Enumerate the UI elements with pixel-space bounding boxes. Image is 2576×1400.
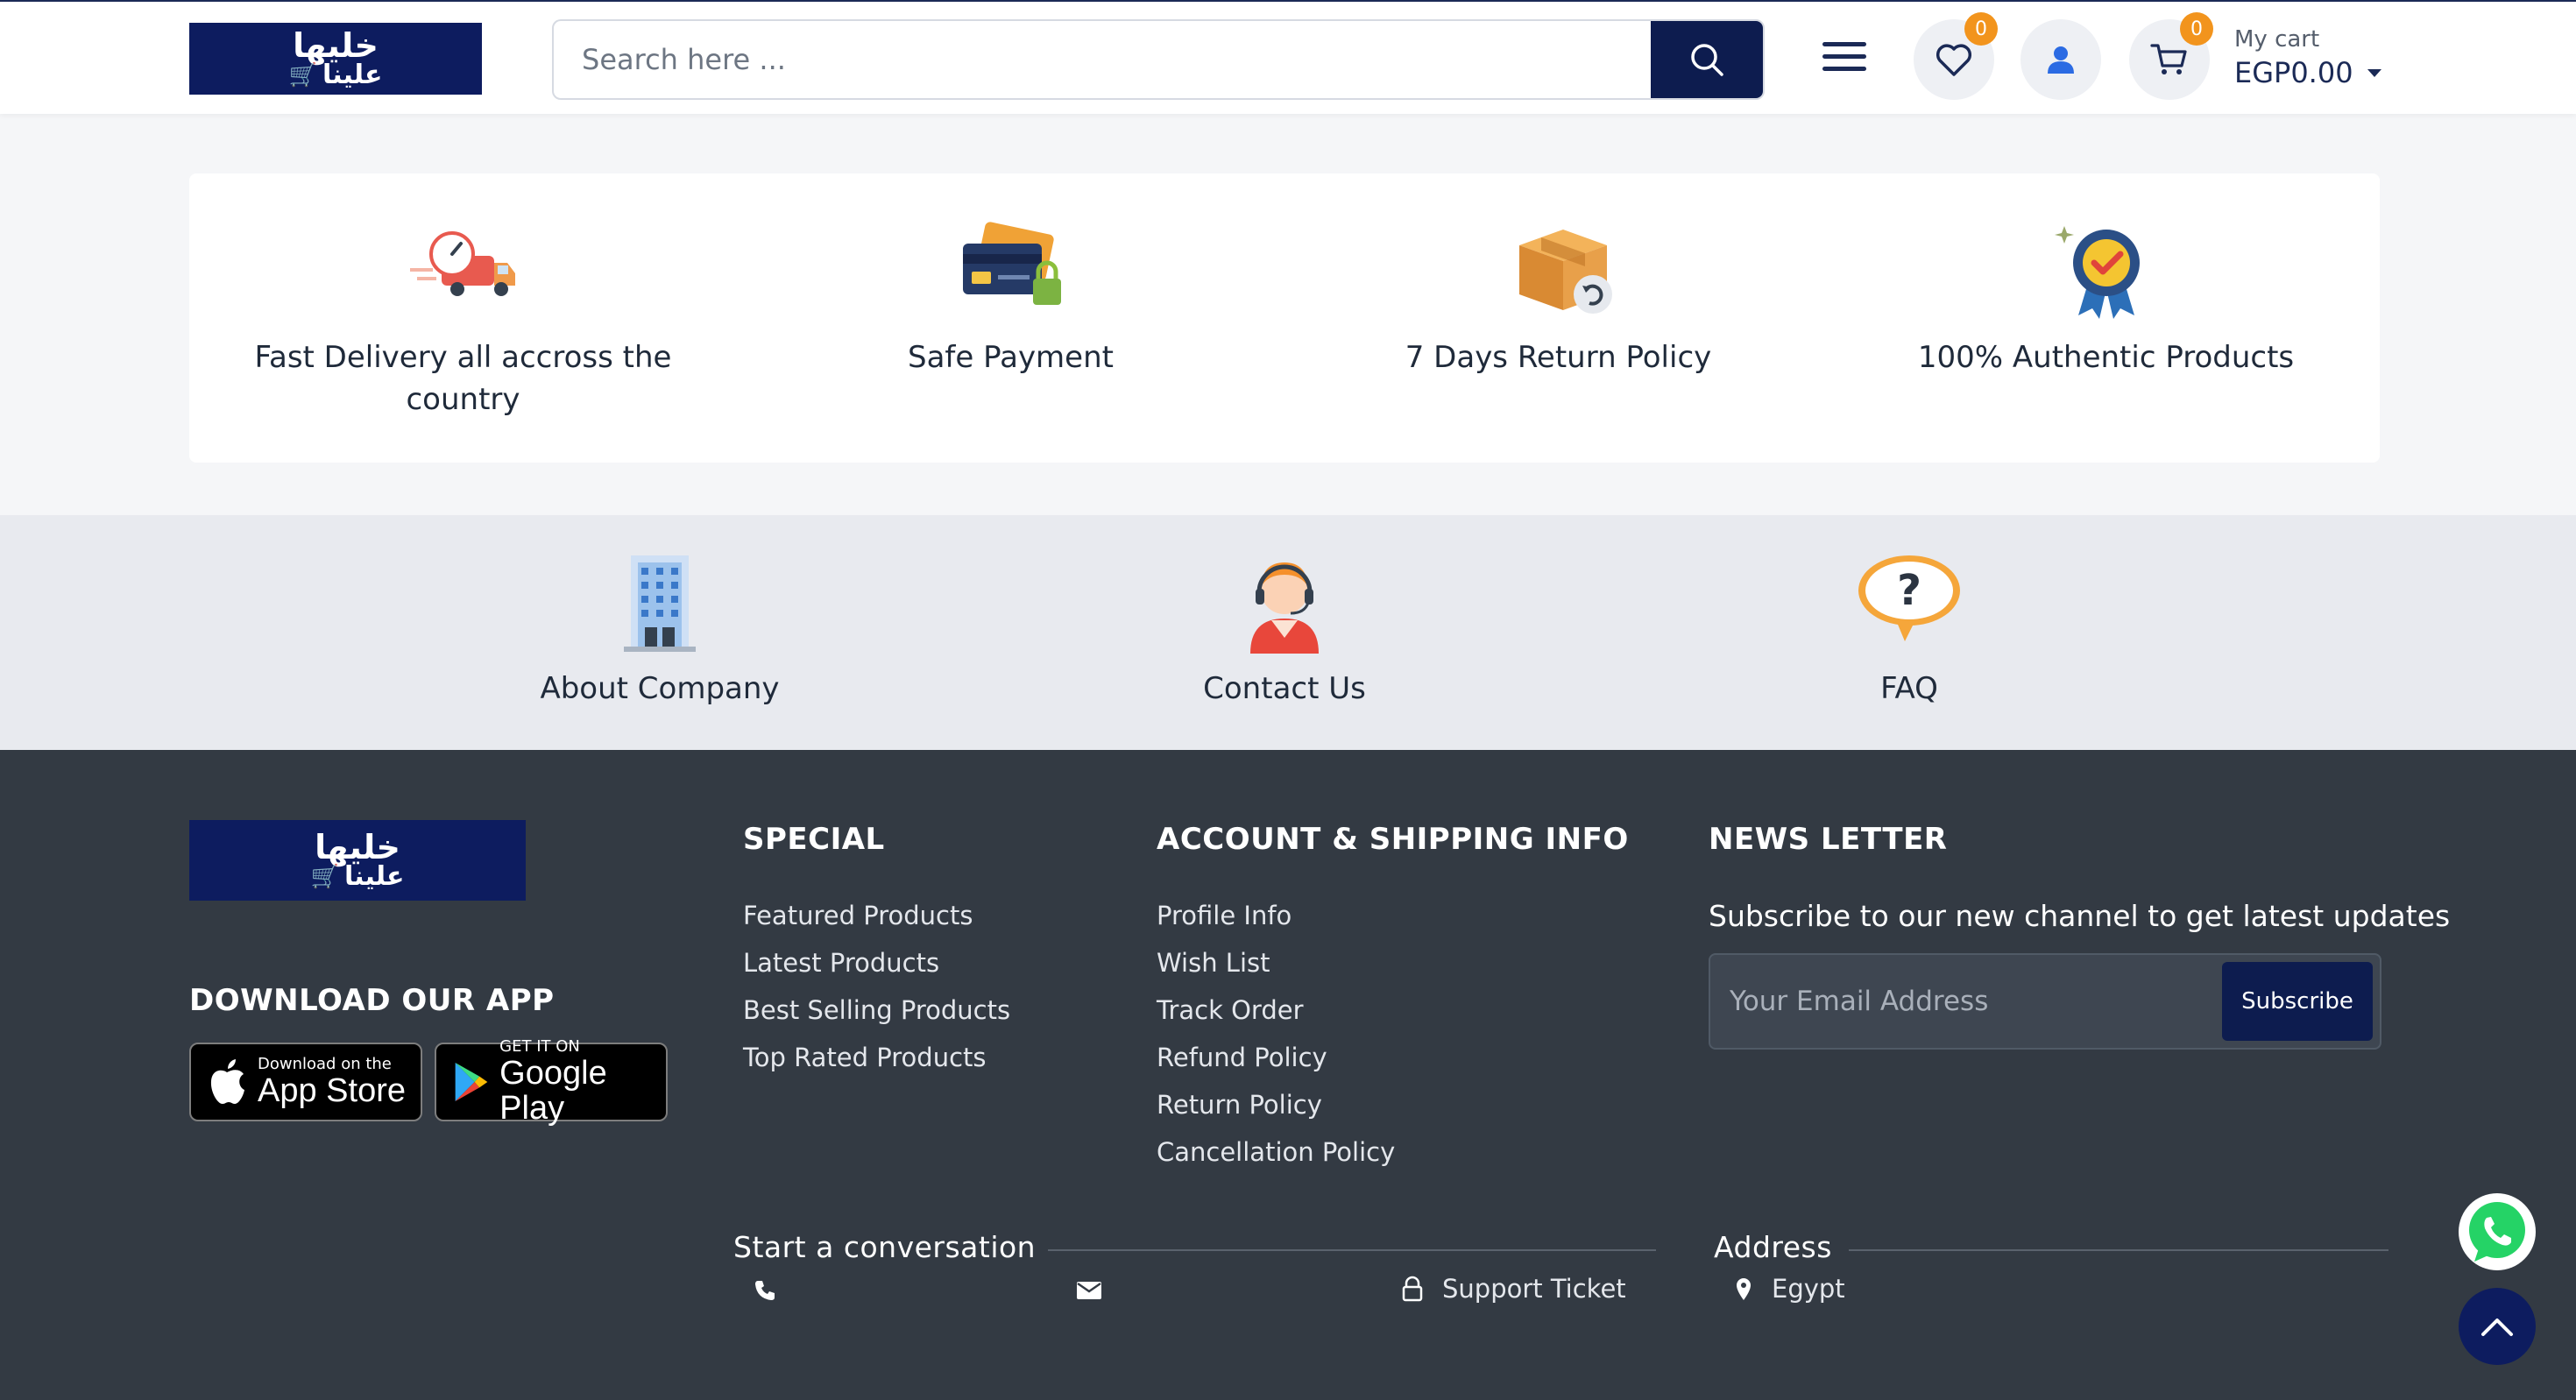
company-building-icon (624, 555, 696, 652)
track-order-link[interactable]: Track Order (1157, 986, 1395, 1034)
envelope-icon (1077, 1282, 1101, 1299)
site-logo[interactable]: خليها 🛒 علينا (189, 23, 482, 95)
feature-return-policy: 7 Days Return Policy (1284, 173, 1832, 463)
cart-label: My cart (2234, 26, 2320, 53)
search-input[interactable] (554, 21, 1652, 98)
account-shipping-heading: ACCOUNT & SHIPPING INFO (1157, 822, 1629, 857)
address-info: Egypt (1735, 1274, 1845, 1304)
newsletter-description: Subscribe to our new channel to get late… (1709, 899, 2451, 933)
wishlist-button[interactable]: 0 (1914, 12, 1998, 100)
faq-bubble-icon: ? (1858, 555, 1960, 641)
map-pin-icon (1737, 1278, 1751, 1300)
account-button[interactable] (2020, 19, 2101, 100)
refund-policy-link[interactable]: Refund Policy (1157, 1034, 1395, 1081)
cart-total-dropdown[interactable]: EGP0.00 (2234, 56, 2381, 89)
special-links: Featured Products Latest Products Best S… (743, 892, 1010, 1081)
site-header: خليها 🛒علينا 0 0 My cart (0, 0, 2576, 114)
authentic-badge-icon (2054, 226, 2140, 319)
logo-cart-icon: 🛒 (288, 62, 317, 88)
account-links: Profile Info Wish List Track Order Refun… (1157, 892, 1395, 1176)
phone-link[interactable] (754, 1279, 776, 1302)
cancellation-policy-link[interactable]: Cancellation Policy (1157, 1128, 1395, 1176)
email-link[interactable] (1076, 1281, 1102, 1300)
credit-card-lock-icon (962, 222, 1061, 305)
cart-total: EGP0.00 (2234, 56, 2353, 89)
address-heading: Address (1714, 1230, 1832, 1264)
cart-count-badge: 0 (2180, 12, 2213, 46)
latest-products-link[interactable]: Latest Products (743, 939, 1010, 986)
support-ticket-link[interactable]: Support Ticket (1402, 1274, 1626, 1304)
subscribe-button[interactable]: Subscribe (2222, 962, 2373, 1041)
search-icon (1691, 44, 1723, 76)
feature-authentic-products: 100% Authentic Products (1832, 173, 2380, 463)
google-play-icon (455, 1062, 488, 1102)
user-icon (2048, 46, 2074, 74)
support-ticket-label: Support Ticket (1442, 1274, 1626, 1304)
whatsapp-button[interactable] (2459, 1193, 2536, 1270)
back-to-top-button[interactable] (2459, 1288, 2536, 1365)
special-heading: SPECIAL (743, 822, 885, 857)
feature-fast-delivery: Fast Delivery all accross the country (189, 173, 737, 463)
divider (1048, 1249, 1656, 1251)
top-rated-products-link[interactable]: Top Rated Products (743, 1034, 1010, 1081)
search-bar (552, 19, 1765, 100)
apple-icon (210, 1059, 244, 1104)
whatsapp-icon (2469, 1202, 2525, 1262)
support-agent-icon (1250, 562, 1319, 654)
svg-text:?: ? (1897, 566, 1921, 615)
address-value: Egypt (1772, 1274, 1845, 1304)
lock-icon (1402, 1276, 1423, 1302)
features-card: Fast Delivery all accross the country Sa… (189, 173, 2380, 463)
profile-info-link[interactable]: Profile Info (1157, 892, 1395, 939)
newsletter-heading: NEWS LETTER (1709, 822, 1948, 857)
cart-button[interactable]: 0 (2129, 12, 2213, 100)
divider (1849, 1249, 2388, 1251)
logo-cart-icon: 🛒 (310, 864, 339, 890)
search-button[interactable] (1651, 21, 1763, 98)
heart-icon (1936, 44, 1972, 76)
footer-logo[interactable]: خليها 🛒 علينا (189, 820, 526, 901)
faq-label: FAQ (1880, 671, 1938, 706)
phone-icon (755, 1281, 775, 1300)
feature-label: 7 Days Return Policy (1405, 340, 1712, 375)
download-app-heading: DOWNLOAD OUR APP (189, 983, 555, 1018)
start-conversation-heading: Start a conversation (733, 1230, 1037, 1264)
return-box-icon (1518, 230, 1612, 314)
site-footer: خليها 🛒 علينا DOWNLOAD OUR APP Download o… (0, 750, 2576, 1400)
about-company-label: About Company (540, 671, 780, 706)
app-store-button[interactable]: Download on the App Store (189, 1043, 422, 1121)
delivery-truck-icon (409, 231, 515, 296)
email-input[interactable] (1710, 955, 2219, 1048)
return-policy-link[interactable]: Return Policy (1157, 1081, 1395, 1128)
wishlist-count-badge: 0 (1964, 12, 1998, 46)
wish-list-link[interactable]: Wish List (1157, 939, 1395, 986)
google-play-button[interactable]: GET IT ON Google Play (435, 1038, 668, 1126)
feature-label: 100% Authentic Products (1917, 340, 2295, 375)
feature-label: Safe Payment (908, 340, 1114, 375)
chevron-up-icon (2481, 1319, 2513, 1336)
cart-icon (2150, 44, 2187, 74)
newsletter-form: Subscribe (1709, 953, 2381, 1050)
feature-label: Fast Delivery all accross the country (254, 340, 672, 417)
feature-safe-payment: Safe Payment (737, 173, 1284, 463)
hamburger-icon (1822, 42, 1866, 46)
contact-us-label: Contact Us (1203, 671, 1366, 706)
info-links-band: About Company Contact Us ? FAQ (0, 515, 2576, 750)
best-selling-products-link[interactable]: Best Selling Products (743, 986, 1010, 1034)
menu-toggle-button[interactable] (1822, 42, 1866, 77)
caret-down-icon (2367, 68, 2381, 77)
featured-products-link[interactable]: Featured Products (743, 892, 1010, 939)
